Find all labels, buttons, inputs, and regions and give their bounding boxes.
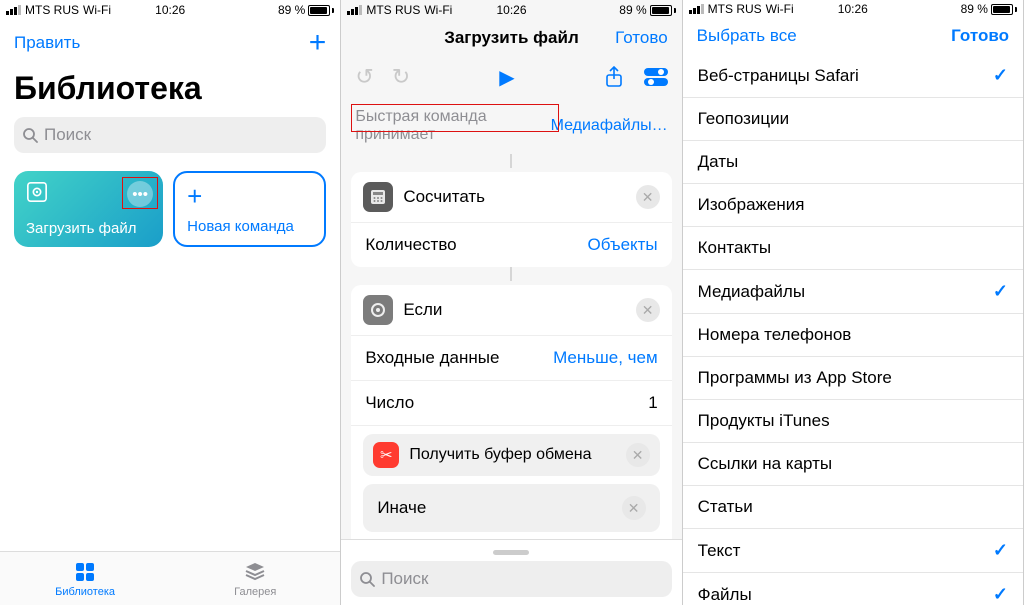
search-input[interactable]: Поиск [14,117,326,153]
else-row: Иначе ✕ [363,484,659,532]
done-button[interactable]: Готово [951,26,1009,46]
new-shortcut-tile[interactable]: + Новая команда [173,171,326,247]
disk-icon [26,181,48,203]
status-bar: MTS RUS Wi-Fi 10:26 89 % [683,0,1023,18]
grabber-icon[interactable] [493,550,529,555]
tile-label: Загрузить файл [26,220,151,237]
action-title: Сосчитать [403,187,625,207]
settings-icon[interactable] [644,68,668,86]
tab-bar: Библиотека Галерея [0,551,340,605]
nav-bar: Выбрать все Готово [683,18,1023,54]
types-panel: MTS RUS Wi-Fi 10:26 89 % Выбрать все Гот… [683,0,1024,605]
type-row[interactable]: Статьи [683,486,1023,529]
inner-action-clipboard[interactable]: ✂ Получить буфер обмена ✕ [363,434,659,476]
check-icon: ✓ [993,281,1008,302]
action-count: Сосчитать ✕ Количество Объекты [351,172,671,267]
redo-button[interactable]: ↻ [392,64,410,90]
check-icon: ✓ [993,540,1008,561]
type-row[interactable]: Геопозиции [683,98,1023,141]
type-label: Медиафайлы [698,282,805,302]
search-placeholder: Поиск [44,125,91,145]
delete-action-button[interactable]: ✕ [622,496,646,520]
status-time: 10:26 [683,2,1023,16]
tab-library[interactable]: Библиотека [0,552,170,605]
type-label: Даты [698,152,739,172]
grid-icon [73,560,97,584]
type-label: Контакты [698,238,771,258]
edit-button[interactable]: Править [14,33,80,53]
delete-action-button[interactable]: ✕ [636,185,660,209]
type-row[interactable]: Веб-страницы Safari ✓ [683,54,1023,98]
calculator-icon [363,182,393,212]
check-icon: ✓ [993,584,1008,605]
type-label: Файлы [698,585,752,605]
type-row[interactable]: Файлы ✓ [683,573,1023,605]
action-search-input[interactable]: Поиск [351,561,671,597]
param-row[interactable]: Количество Объекты [351,223,671,267]
type-label: Статьи [698,497,753,517]
types-list[interactable]: Веб-страницы Safari ✓ Геопозиции Даты Изобра… [683,54,1023,605]
tile-label: Новая команда [187,218,312,235]
type-label: Программы из App Store [698,368,892,388]
library-panel: MTS RUS Wi-Fi 10:26 89 % Править + Библи… [0,0,341,605]
type-label: Веб-страницы Safari [698,66,859,86]
type-label: Текст [698,541,741,561]
more-button[interactable]: ••• [127,181,153,207]
status-time: 10:26 [341,3,681,17]
scissors-icon: ✂ [373,442,399,468]
type-label: Ссылки на карты [698,454,833,474]
type-label: Изображения [698,195,805,215]
done-button[interactable]: Готово [615,28,668,48]
type-row[interactable]: Текст ✓ [683,529,1023,573]
stack-icon [243,560,267,584]
check-icon: ✓ [993,65,1008,86]
add-button[interactable]: + [309,28,327,58]
type-label: Номера телефонов [698,325,852,345]
select-all-button[interactable]: Выбрать все [697,26,797,46]
type-row[interactable]: Ссылки на карты [683,443,1023,486]
type-row[interactable]: Контакты [683,227,1023,270]
delete-action-button[interactable]: ✕ [626,443,650,467]
type-label: Геопозиции [698,109,789,129]
type-label: Продукты iTunes [698,411,830,431]
search-icon [22,127,38,143]
connector [341,267,681,281]
accepts-value[interactable]: Медиафайлы… [551,117,668,135]
editor-panel: MTS RUS Wi-Fi 10:26 89 % Загрузить файл … [341,0,682,605]
connector [341,154,681,168]
param-row[interactable]: Входные данные Меньше, чем [351,336,671,381]
delete-action-button[interactable]: ✕ [636,298,660,322]
action-search-sheet[interactable]: Поиск [341,539,681,605]
shortcut-tile-download[interactable]: Загрузить файл ••• [14,171,163,247]
undo-button[interactable]: ↺ [355,64,373,90]
page-title: Библиотека [0,66,340,117]
nav-bar: Править + [0,20,340,66]
param-row[interactable]: Число 1 [351,381,671,426]
status-time: 10:26 [0,3,340,17]
status-bar: MTS RUS Wi-Fi 10:26 89 % [341,0,681,20]
run-button[interactable]: ▶ [499,65,514,90]
type-row[interactable]: Даты [683,141,1023,184]
type-row[interactable]: Номера телефонов [683,314,1023,357]
search-icon [359,571,375,587]
tab-gallery[interactable]: Галерея [170,552,340,605]
type-row[interactable]: Программы из App Store [683,357,1023,400]
editor-toolbar: ↺ ↻ ▶ [341,56,681,98]
status-bar: MTS RUS Wi-Fi 10:26 89 % [0,0,340,20]
gear-icon [363,295,393,325]
type-row[interactable]: Медиафайлы ✓ [683,270,1023,314]
plus-icon: + [187,183,312,209]
type-row[interactable]: Изображения [683,184,1023,227]
action-title: Если [403,300,625,320]
share-icon[interactable] [604,66,624,88]
accepts-label: Быстрая команда принимает [355,108,546,144]
type-row[interactable]: Продукты iTunes [683,400,1023,443]
